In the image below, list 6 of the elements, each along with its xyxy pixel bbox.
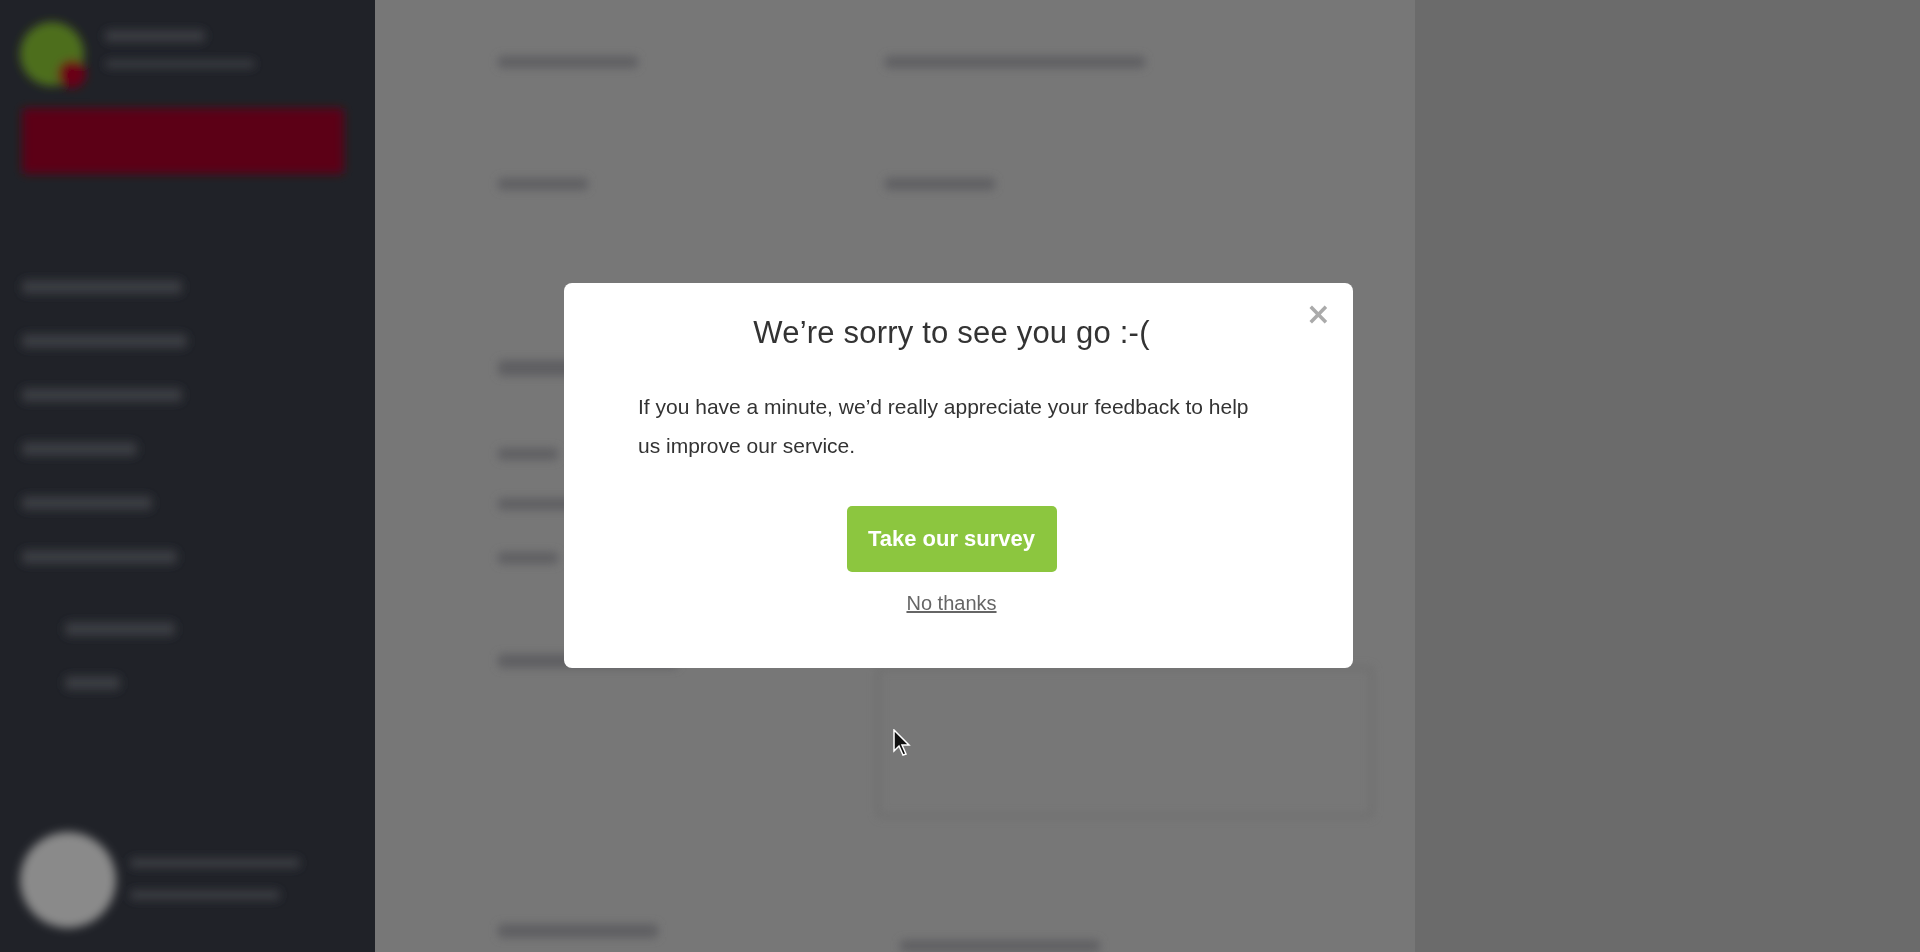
- close-button[interactable]: ×: [1301, 295, 1335, 333]
- no-thanks-link[interactable]: No thanks: [906, 592, 997, 615]
- dialog-message: If you have a minute, we’d really appreciate your feedback to help us improve our service.: [638, 394, 1250, 459]
- survey-button[interactable]: Take our survey: [846, 506, 1057, 572]
- dialog-title: We’re sorry to see you go :-(: [753, 315, 1150, 351]
- cursor-icon: [893, 729, 911, 757]
